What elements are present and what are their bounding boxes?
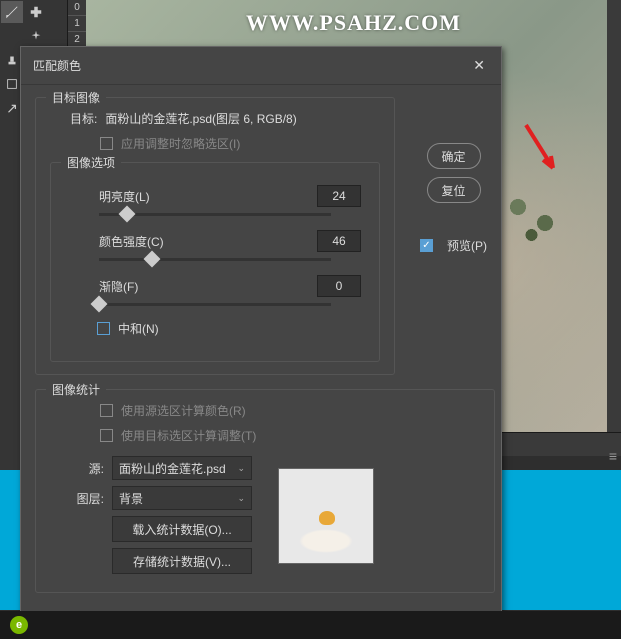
neutralize-checkbox[interactable] [97,322,110,335]
stats-group-label: 图像统计 [46,381,106,398]
layers-strip: 0 1 2 [68,0,86,50]
source-select[interactable]: 面粉山的金莲花.psd⌄ [112,456,252,480]
source-label: 源: [60,460,104,477]
intensity-slider[interactable] [99,258,331,261]
climbers-image [491,175,581,255]
caret-icon: ⌄ [237,493,245,504]
scrollbar-vertical[interactable] [607,0,621,432]
target-label: 目标: [70,110,97,127]
ignore-selection-label: 应用调整时忽略选区(I) [121,135,240,152]
use-source-label: 使用源选区计算颜色(R) [121,402,246,419]
use-target-label: 使用目标选区计算调整(T) [121,427,256,444]
use-target-checkbox [100,429,113,442]
tool-eyedropper[interactable] [1,1,23,23]
fade-thumb[interactable] [91,296,108,313]
use-source-checkbox [100,404,113,417]
preview-checkbox[interactable] [420,239,433,252]
tool-brush[interactable] [1,25,23,47]
close-icon[interactable]: ✕ [469,55,489,76]
red-arrow [521,120,561,180]
ignore-selection-checkbox[interactable] [100,137,113,150]
dialog-title-text: 匹配颜色 [33,57,81,74]
target-value: 面粉山的金莲花.psd(图层 6, RGB/8) [105,110,296,127]
tool-heal[interactable] [25,1,47,23]
fade-label: 渐隐(F) [69,278,229,295]
brightness-slider[interactable] [99,213,331,216]
intensity-label: 颜色强度(C) [69,233,229,250]
brightness-input[interactable] [317,185,361,207]
brightness-thumb[interactable] [118,206,135,223]
caret-icon: ⌄ [237,463,245,474]
save-stats-button[interactable]: 存储统计数据(V)... [112,548,252,574]
target-group-label: 目标图像 [46,89,106,106]
load-stats-button[interactable]: 载入统计数据(O)... [112,516,252,542]
fade-slider[interactable] [99,303,331,306]
brightness-label: 明亮度(L) [69,188,229,205]
taskbar-app-icon[interactable]: e [10,616,28,634]
intensity-thumb[interactable] [144,251,161,268]
match-color-dialog: 匹配颜色 ✕ 确定 复位 预览(P) 目标图像 目标: 面粉山的金莲花.psd(… [20,46,502,626]
fade-input[interactable] [317,275,361,297]
source-thumbnail [278,468,374,564]
intensity-input[interactable] [317,230,361,252]
preview-label: 预览(P) [447,237,487,254]
layer-label: 图层: [60,490,104,507]
neutralize-label: 中和(N) [118,320,159,337]
layer-select[interactable]: 背景⌄ [112,486,252,510]
taskbar: e [0,611,621,639]
tool-wand[interactable] [25,25,47,47]
panel-menu-icon[interactable]: ≡ [609,448,617,464]
reset-button[interactable]: 复位 [427,177,481,203]
options-group-label: 图像选项 [61,154,121,171]
watermark-text: WWW.PSAHZ.COM [246,10,461,36]
ok-button[interactable]: 确定 [427,143,481,169]
